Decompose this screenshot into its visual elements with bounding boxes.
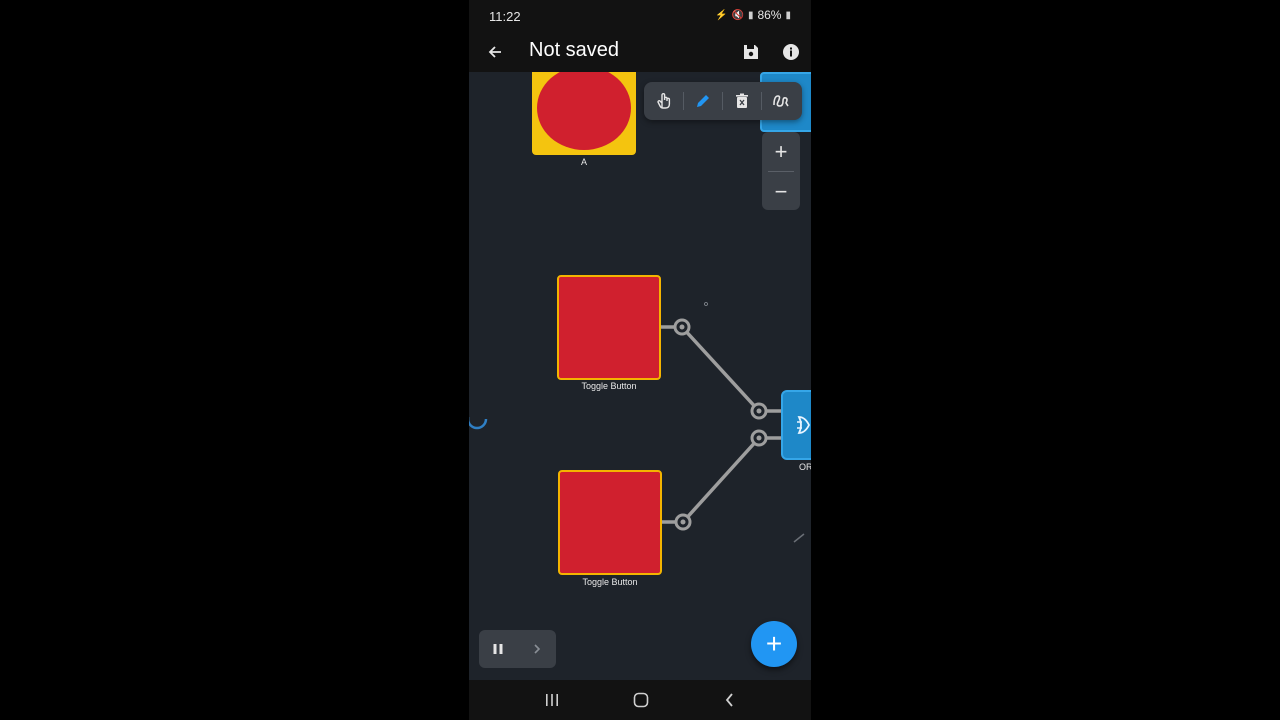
- zoom-in-button[interactable]: +: [762, 132, 800, 171]
- node-label-or: OR: [799, 462, 811, 472]
- or-gate-icon: [797, 416, 811, 434]
- toggle-button-node[interactable]: [557, 275, 661, 380]
- pencil-icon: [696, 95, 709, 107]
- system-nav-bar: [469, 680, 811, 720]
- node-label-a: A: [580, 157, 587, 167]
- zoom-controls: + −: [762, 132, 800, 210]
- add-component-button[interactable]: +: [751, 621, 797, 667]
- signal-icon: ▮: [747, 9, 754, 21]
- edit-tool-button[interactable]: [683, 82, 722, 120]
- save-icon: [744, 45, 758, 59]
- chevron-right-icon: [533, 644, 540, 654]
- hand-icon: [656, 93, 670, 109]
- recent-apps-button[interactable]: [537, 688, 567, 712]
- system-back-button[interactable]: [715, 688, 745, 712]
- zoom-out-button[interactable]: −: [762, 172, 800, 211]
- delete-icon: [735, 93, 748, 108]
- wire-icon: [772, 95, 789, 107]
- delete-tool-button[interactable]: [722, 82, 761, 120]
- status-bar: 11:22 ⚡ 🔇 ▮ 86% ▮: [469, 0, 811, 32]
- status-icons: ⚡ 🔇 ▮ 86% ▮: [715, 8, 791, 22]
- pause-button[interactable]: [479, 630, 517, 668]
- circuit-canvas[interactable]: A ate Toggle Button Toggle Button OR: [469, 72, 811, 680]
- or-gate-node[interactable]: [781, 390, 811, 460]
- light-node[interactable]: [532, 72, 636, 155]
- chevron-left-icon: [725, 693, 733, 707]
- light-bulb: [537, 72, 631, 150]
- home-icon: [633, 692, 649, 708]
- app-bar: Not saved: [469, 32, 811, 72]
- node-label-toggle: Toggle Button: [581, 381, 637, 391]
- info-icon: [783, 44, 799, 60]
- battery-level: 86%: [757, 8, 782, 22]
- arrow-left-icon: [488, 46, 501, 58]
- recents-icon: [546, 694, 558, 706]
- wire-tool-button[interactable]: [761, 82, 800, 120]
- hand-tool-button[interactable]: [644, 82, 683, 120]
- battery-icon: ▮: [785, 9, 791, 21]
- step-button[interactable]: [517, 630, 556, 668]
- phone-screen: 11:22 ⚡ 🔇 ▮ 86% ▮ Not saved A Toggle But…: [469, 0, 811, 720]
- save-button[interactable]: [737, 38, 765, 66]
- nfc-icon: ⚡: [715, 9, 728, 21]
- back-button[interactable]: [481, 38, 509, 66]
- mute-icon: 🔇: [731, 9, 744, 21]
- home-button[interactable]: [626, 688, 656, 712]
- simulation-controls: [479, 630, 556, 668]
- info-button[interactable]: [777, 38, 805, 66]
- node-label-toggle: Toggle Button: [582, 577, 638, 587]
- edit-toolbar: [644, 82, 802, 120]
- status-time: 11:22: [489, 9, 521, 24]
- page-title: Not saved: [529, 39, 620, 61]
- toggle-button-node[interactable]: [558, 470, 662, 575]
- loading-spinner: [469, 408, 488, 430]
- pause-icon: [493, 644, 503, 654]
